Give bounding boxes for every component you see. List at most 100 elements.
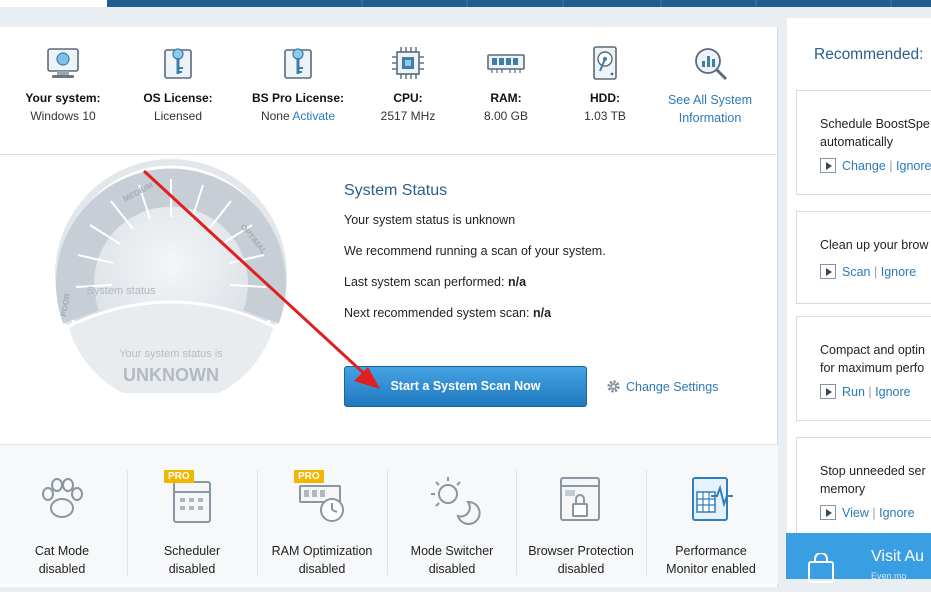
ram-value: 8.00 GB [483,109,529,123]
tool-name: Browser Protection [528,544,634,558]
system-item-ram: RAM: 8.00 GB [451,41,561,123]
tool-scheduler[interactable]: PRO Scheduler disabled [127,470,257,592]
tab-divider [660,0,662,7]
tool-label: Performance Monitor enabled [646,542,776,578]
gear-icon [607,380,620,393]
next-scan-line: Next recommended system scan: n/a [344,306,764,337]
tool-name: Cat Mode [34,544,90,558]
tool-performance-monitor[interactable]: Performance Monitor enabled [646,472,776,592]
recommendation-card: Clean up your brow Scan | Ignore [796,211,931,304]
last-scan-value: n/a [507,275,527,289]
separator: | [873,265,878,279]
cpu-icon [392,47,424,79]
scan-link[interactable]: Scan [842,265,871,279]
tab-divider [890,0,892,7]
tool-state: disabled [298,562,346,576]
tab-divider [466,0,468,7]
performance-icon [692,477,733,521]
next-scan-value: n/a [532,306,552,320]
change-settings-link[interactable]: Change Settings [606,379,718,394]
change-settings-label: Change Settings [626,380,719,394]
visit-subtitle: Even mo [871,571,907,581]
pro-badge: PRO [294,470,324,483]
run-link[interactable]: Run [842,385,865,399]
ignore-link[interactable]: Ignore [896,159,931,173]
tool-label: Cat Mode disabled [0,542,127,578]
ignore-link[interactable]: Ignore [879,506,914,520]
browser-lock-icon [560,477,600,521]
ram-icon [487,54,525,73]
see-all-system-info[interactable]: See All System Information [650,41,770,127]
tool-ram-optimization[interactable]: PRO RAM Optimization disabled [257,470,387,592]
top-bar [0,0,931,7]
system-item-hdd: HDD: 1.03 TB [550,41,660,123]
last-scan-line: Last system scan performed: n/a [344,275,764,306]
tool-name: RAM Optimization [271,544,373,558]
recommendation-card: Stop unneeded ser memory View | Ignore [796,437,931,547]
activate-link[interactable]: Activate [292,109,335,123]
tool-state: disabled [38,562,86,576]
card-actions: Scan | Ignore [820,263,931,281]
tool-label: Browser Protection disabled [516,542,646,578]
separator: | [889,159,893,173]
play-icon [820,158,836,173]
card-text: Clean up your brow [820,238,929,252]
tool-name: Performance [675,544,747,558]
visit-banner[interactable]: Visit Au Even mo [786,533,931,583]
paw-icon [42,478,83,518]
see-all-system-info-link[interactable]: See All System Information [650,91,770,127]
tool-mode-switcher[interactable]: Mode Switcher disabled [387,472,517,592]
card-actions: Run | Ignore [820,383,931,401]
ram-clock-icon-wrap: PRO [292,470,352,528]
status-title: System Status [344,182,448,199]
system-status-panel: System Status Your system status is unkn… [344,182,764,337]
play-icon [820,264,836,279]
tool-state: disabled [428,562,476,576]
red-arrow-annotation [142,169,380,389]
system-value: Windows 10 [30,109,96,123]
monitor-icon [47,48,79,78]
card-text: memory [820,482,866,496]
recommended-panel: Recommended: Schedule BoostSpe automatic… [787,18,931,579]
tool-label: Mode Switcher disabled [387,542,517,578]
card-text: Schedule BoostSpe [820,117,930,131]
tool-state: Monitor enabled [666,562,756,576]
ignore-link[interactable]: Ignore [875,385,910,399]
pro-badge: PRO [164,470,194,483]
tool-name: Scheduler [163,544,221,558]
ram-label: RAM: [490,91,522,105]
os-license-value: Licensed [153,109,203,123]
status-line-2: We recommend running a scan of your syst… [344,244,606,258]
tab-divider [562,0,564,7]
card-text: automatically [820,135,893,149]
bs-license-value-wrap: None Activate [243,109,353,123]
play-icon [820,384,836,399]
ignore-link[interactable]: Ignore [881,265,916,279]
hdd-icon [593,46,617,80]
system-label: Your system: [25,91,101,105]
key-icon [284,48,312,79]
cpu-value: 2517 MHz [380,109,436,123]
tool-state: disabled [557,562,605,576]
system-item-bs-license: BS Pro License: None Activate [243,41,353,123]
system-item-os: Your system: Windows 10 [8,41,118,123]
system-item-cpu: CPU: 2517 MHz [353,41,463,123]
bs-license-label: BS Pro License: [251,91,345,105]
play-icon [820,505,836,520]
calendar-icon-wrap: PRO [162,470,222,528]
separator: | [872,506,876,520]
card-actions: View | Ignore [820,504,931,522]
card-text: for maximum perfo [820,361,925,375]
visit-title: Visit Au [871,548,925,565]
top-tab-strip [107,0,931,7]
card-actions: Change | Ignore [820,157,931,175]
tool-label: RAM Optimization disabled [257,542,387,578]
tool-cat-mode[interactable]: Cat Mode disabled [0,472,127,592]
separator: | [868,385,872,399]
sun-moon-icon [431,477,481,525]
tool-state: disabled [168,562,216,576]
tool-browser-protection[interactable]: Browser Protection disabled [516,472,646,592]
change-link[interactable]: Change [842,159,886,173]
view-link[interactable]: View [842,506,869,520]
hdd-value: 1.03 TB [584,109,626,123]
